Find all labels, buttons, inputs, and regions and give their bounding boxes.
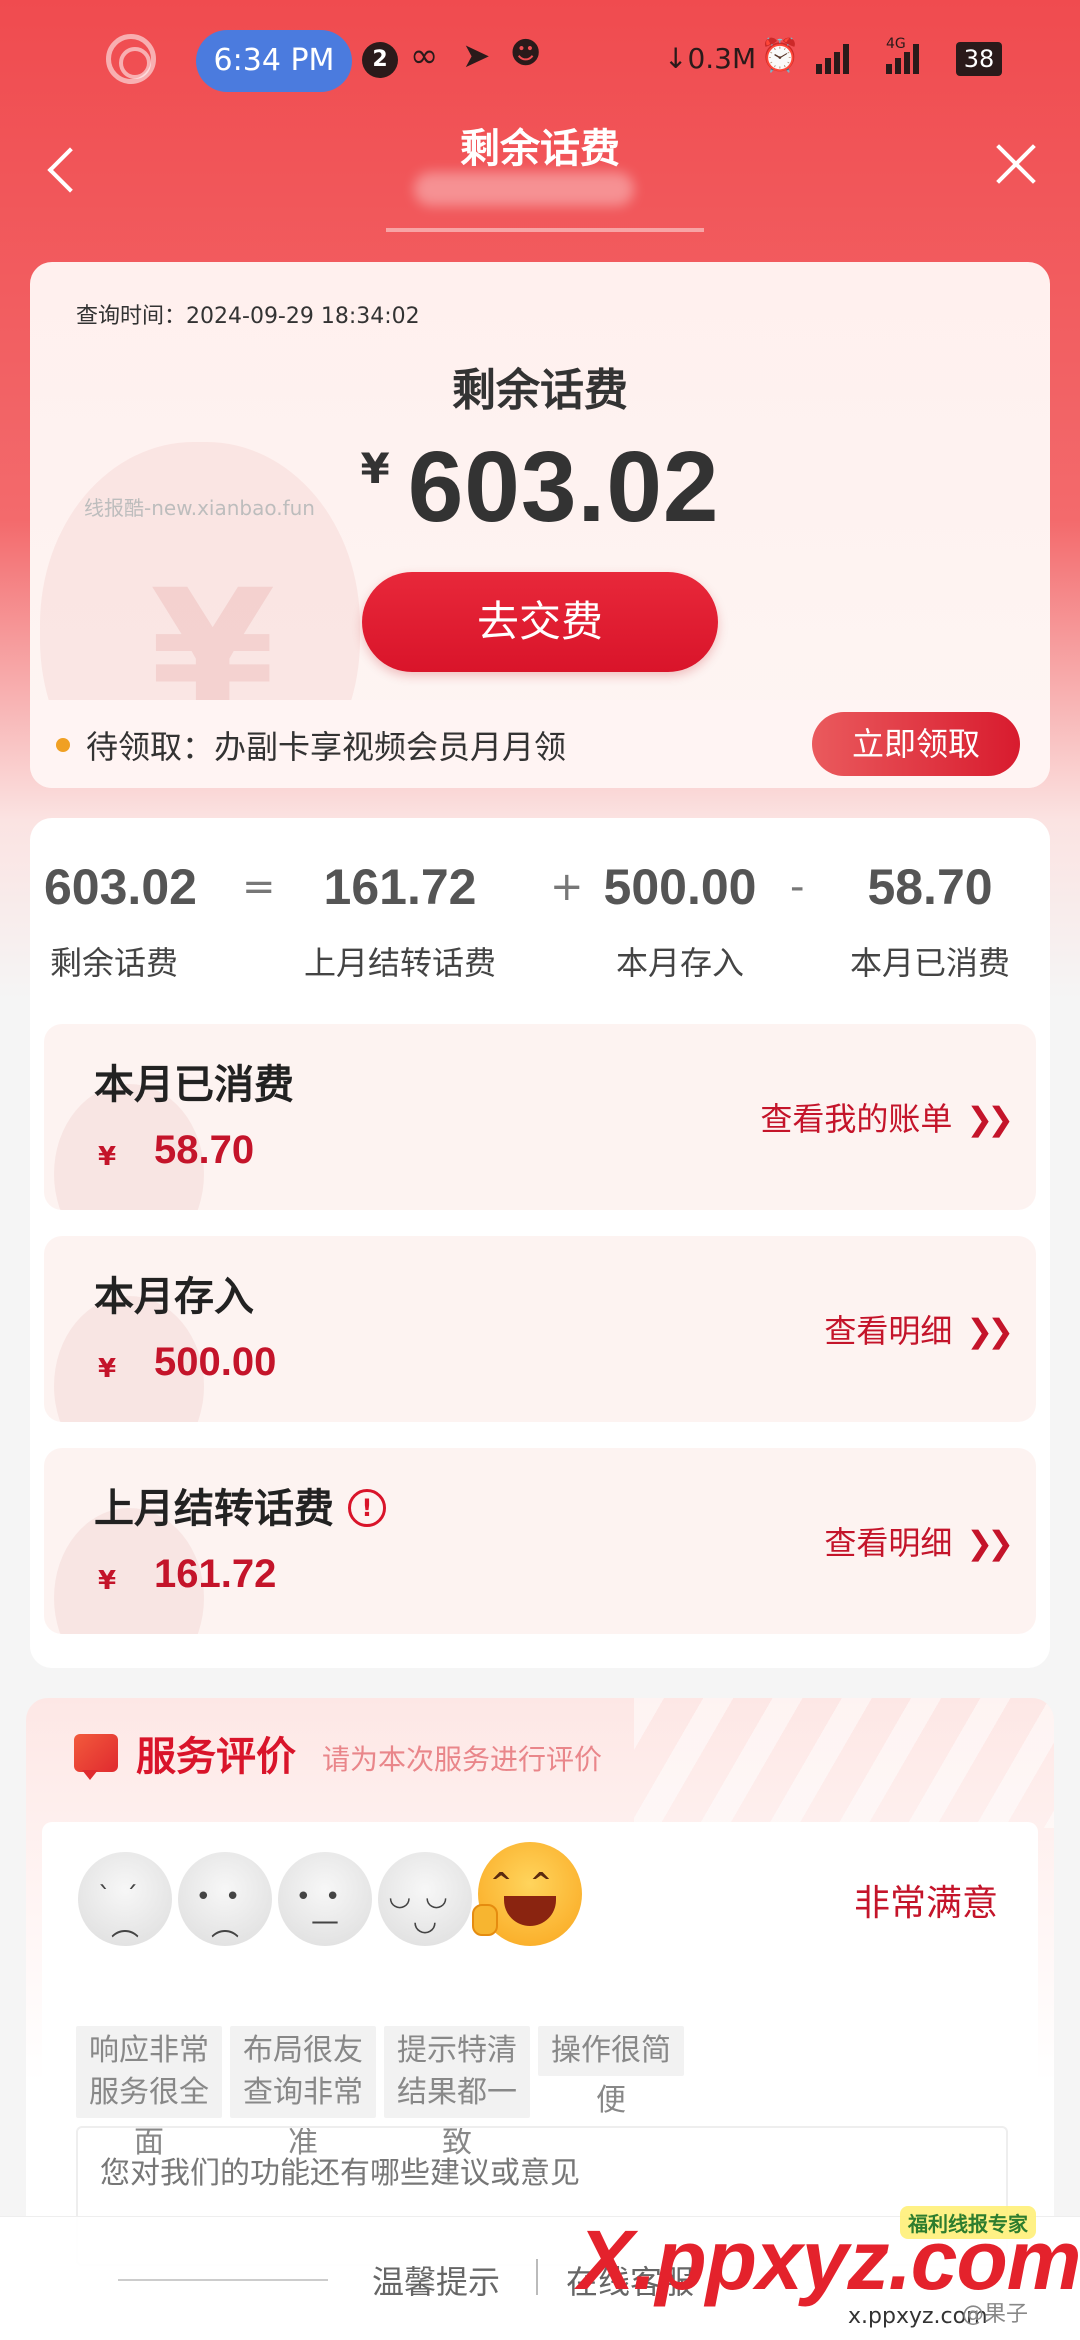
smile-face-icon[interactable]: ◡◡ ◡ <box>378 1852 472 1946</box>
double-chevron-right-icon: ❯❯ <box>966 1100 1014 1138</box>
detail-panel-deposit[interactable]: 本月存入 ¥ 500.00 查看明细 ❯❯ <box>44 1236 1036 1422</box>
rating-tag[interactable]: 结果都一致 <box>384 2068 530 2160</box>
detail-title: 本月存入 <box>94 1274 254 1320</box>
watermark-author: @果子 <box>962 2302 1029 2327</box>
equation-item: 161.72 上月结转话费 <box>300 858 500 984</box>
detail-title: 上月结转话费! <box>94 1476 386 1534</box>
suggestion-input[interactable] <box>100 2156 980 2191</box>
claim-button[interactable]: 立即领取 <box>812 712 1020 776</box>
masked-phone-number <box>414 172 634 206</box>
rating-title: 服务评价 <box>136 1734 296 1780</box>
currency-symbol: ¥ <box>98 1142 117 1172</box>
view-bill-link[interactable]: 查看我的账单 ❯❯ <box>760 1094 1014 1140</box>
angry-face-icon[interactable]: ˋˊ ︵ <box>78 1852 172 1946</box>
phone-underline <box>386 228 704 232</box>
sad-face-icon[interactable]: •• ︵ <box>178 1852 272 1946</box>
separator <box>536 2259 538 2295</box>
neutral-face-icon[interactable]: •• — <box>278 1852 372 1946</box>
plus-operator: + <box>550 864 584 910</box>
currency-symbol: ¥ <box>360 444 390 493</box>
watermark-badge: 福利线报专家 <box>900 2206 1036 2239</box>
pay-button[interactable]: 去交费 <box>362 572 718 672</box>
detail-amount: 161.72 <box>154 1552 277 1596</box>
minus-operator: - <box>790 864 805 910</box>
notification-count-badge: 2 <box>362 42 398 78</box>
equation-label: 本月已消费 <box>849 944 1010 982</box>
equation-item: 58.70 本月已消费 <box>838 858 1022 984</box>
net-speed: ↓0.3M <box>664 42 757 75</box>
promo-strip: 待领取：办副卡享视频会员月月领 立即领取 <box>30 700 1050 788</box>
equals-operator: = <box>242 864 276 910</box>
view-details-link[interactable]: 查看明细 ❯❯ <box>824 1518 1014 1564</box>
currency-symbol: ¥ <box>98 1354 117 1384</box>
view-details-link[interactable]: 查看明细 ❯❯ <box>824 1306 1014 1352</box>
selected-rating-label: 非常满意 <box>854 1883 999 1924</box>
equation-value: 161.72 <box>323 859 477 915</box>
equation-value: 500.00 <box>603 859 757 915</box>
promo-dot-icon <box>56 738 70 752</box>
chat-bubble-icon <box>74 1734 118 1780</box>
signal-icon-1 <box>816 44 849 74</box>
double-chevron-right-icon: ❯❯ <box>966 1524 1014 1562</box>
double-chevron-right-icon: ❯❯ <box>966 1312 1014 1350</box>
divider-line <box>118 2279 328 2281</box>
balance-equation: 603.02 剩余话费 = 161.72 上月结转话费 + 500.00 本月存… <box>30 858 1050 998</box>
info-icon[interactable]: ! <box>348 1489 386 1527</box>
breakdown-card: 603.02 剩余话费 = 161.72 上月结转话费 + 500.00 本月存… <box>30 818 1050 1668</box>
signal-icon-2: 4G <box>886 36 919 74</box>
link-icon: ∞ <box>410 36 439 76</box>
page-title: 剩余话费 <box>460 126 620 172</box>
equation-label: 上月结转话费 <box>303 944 496 982</box>
network-type: 4G <box>886 36 906 52</box>
rating-tag[interactable]: 服务很全面 <box>76 2068 222 2160</box>
balance-card: ¥ 查询时间：2024-09-29 18:34:02 剩余话费 线报酷-new.… <box>30 262 1050 788</box>
app-status-icon <box>106 34 156 84</box>
equation-value: 58.70 <box>867 859 993 915</box>
detail-amount: 58.70 <box>154 1128 255 1172</box>
detail-amount: 500.00 <box>154 1340 277 1384</box>
tips-link[interactable]: 温馨提示 <box>372 2257 500 2303</box>
very-happy-face-icon[interactable]: ^^ <box>472 1842 582 1946</box>
equation-item: 603.02 剩余话费 <box>44 858 197 984</box>
query-time: 查询时间：2024-09-29 18:34:02 <box>76 304 420 329</box>
equation-item: 500.00 本月存入 <box>600 858 760 984</box>
detail-panel-consumed[interactable]: 本月已消费 ¥ 58.70 查看我的账单 ❯❯ <box>44 1024 1036 1210</box>
balance-amount: 603.02 <box>407 431 720 543</box>
battery-icon: 38 <box>956 42 1002 76</box>
status-bar: 6:34 PM 2 ∞ ➤ ☻ ↓0.3M ⏰ 4G 38 <box>0 0 1080 120</box>
equation-value: 603.02 <box>44 859 197 915</box>
location-arrow-icon: ➤ <box>462 36 491 76</box>
rating-tag[interactable]: 查询非常准 <box>230 2068 376 2160</box>
balance-title: 剩余话费 <box>452 365 628 416</box>
alarm-icon: ⏰ <box>760 36 800 74</box>
decorative-stripes <box>634 1698 1054 1828</box>
status-time: 6:34 PM <box>196 30 352 92</box>
rating-tag[interactable]: 操作很简便 <box>538 2026 684 2118</box>
equation-label: 本月存入 <box>615 944 744 982</box>
detail-title: 本月已消费 <box>94 1062 294 1108</box>
promo-text: 待领取：办副卡享视频会员月月领 <box>86 728 567 766</box>
detail-panel-carryover[interactable]: 上月结转话费! ¥ 161.72 查看明细 ❯❯ <box>44 1448 1036 1634</box>
rating-hint: 请为本次服务进行评价 <box>322 1743 603 1776</box>
close-button[interactable] <box>988 136 1044 192</box>
balance-amount-row: ¥603.02 <box>30 430 1050 545</box>
contacts-icon: ☻ <box>510 36 542 71</box>
equation-label: 剩余话费 <box>49 944 178 982</box>
currency-symbol: ¥ <box>98 1566 117 1596</box>
